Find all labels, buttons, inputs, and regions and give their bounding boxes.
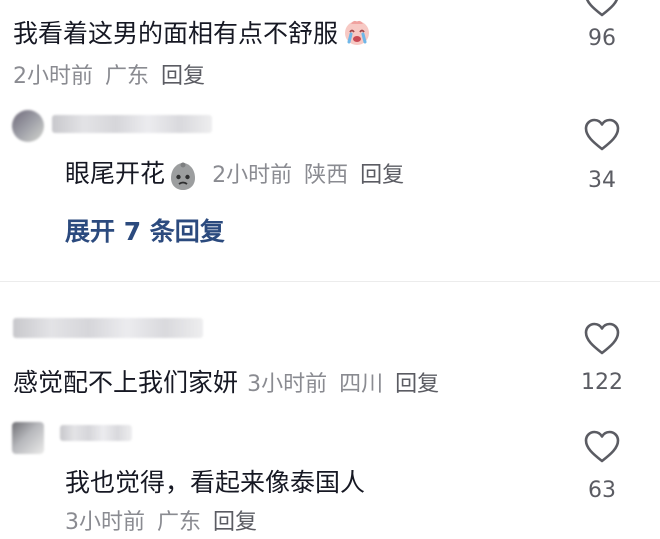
comment-row: 眼尾开花 2小时前 陕西 回复 — [65, 154, 404, 196]
comment-time: 3小时前 — [65, 510, 145, 535]
comment-meta: 3小时前 四川 回复 — [247, 372, 439, 397]
avatar[interactable] — [12, 110, 44, 142]
comment-location: 四川 — [339, 372, 384, 397]
reply-button[interactable]: 回复 — [395, 372, 439, 397]
comment-location: 广东 — [157, 510, 202, 535]
heart-icon — [584, 322, 620, 355]
comment-location: 陕西 — [304, 163, 349, 188]
comment-time: 2小时前 — [212, 163, 293, 188]
reply-button[interactable]: 回复 — [161, 64, 205, 89]
heart-icon — [585, 0, 619, 17]
heart-icon — [584, 118, 620, 151]
comment-meta: 2小时前 广东 回复 — [13, 58, 205, 90]
username-blurred[interactable] — [52, 115, 212, 133]
reply-button[interactable]: 回复 — [213, 510, 257, 535]
comment-text-content: 我看着这男的面相有点不舒服 — [13, 19, 339, 48]
heart-icon — [584, 430, 620, 463]
username-blurred[interactable] — [13, 318, 203, 338]
divider — [0, 281, 660, 282]
comment-text: 眼尾开花 — [65, 159, 166, 188]
like-count: 34 — [588, 168, 616, 193]
comment-text: 我也觉得，看起来像泰国人 — [65, 468, 366, 497]
comment-text: 我看着这男的面相有点不舒服 — [13, 14, 372, 53]
comment-meta: 3小时前 广东 回复 — [65, 504, 257, 536]
avatar[interactable] — [12, 422, 44, 454]
like-count: 122 — [581, 370, 623, 395]
comment-meta: 2小时前 陕西 回复 — [212, 163, 404, 188]
crying-face-emoji-icon — [342, 17, 372, 53]
sad-face-emoji-icon — [167, 160, 199, 196]
like-count: 63 — [588, 478, 616, 503]
comment-row: 感觉配不上我们家妍 3小时前 四川 回复 — [13, 363, 439, 399]
like-button[interactable] — [572, 322, 632, 360]
like-button[interactable] — [572, 118, 632, 156]
reply-button[interactable]: 回复 — [360, 163, 404, 188]
like-count: 96 — [588, 26, 616, 51]
comment-time: 3小时前 — [247, 372, 328, 397]
like-button[interactable] — [572, 430, 632, 468]
username-blurred[interactable] — [60, 425, 132, 441]
comment-text: 感觉配不上我们家妍 — [13, 368, 239, 397]
like-button[interactable] — [572, 0, 632, 17]
comment-location: 广东 — [105, 64, 150, 89]
comment-time: 2小时前 — [13, 64, 93, 89]
expand-replies-button[interactable]: 展开 7 条回复 — [65, 212, 225, 248]
